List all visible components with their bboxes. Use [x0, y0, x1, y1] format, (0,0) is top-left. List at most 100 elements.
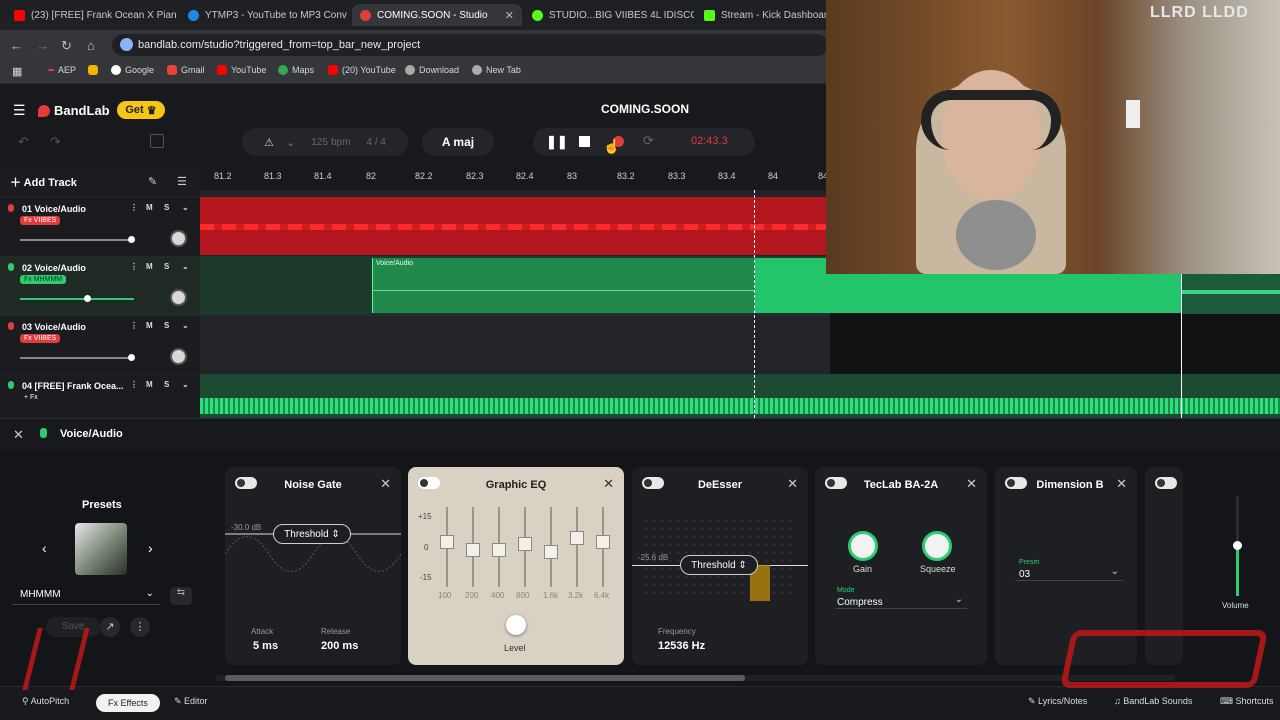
chevron-down-icon[interactable]: ⌄	[182, 321, 189, 330]
volume-slider[interactable]	[20, 236, 135, 243]
metronome-icon[interactable]: ⚠	[264, 136, 274, 149]
volume-handle[interactable]	[84, 295, 92, 302]
browser-tab-active[interactable]: COMING.SOON - Studio ✕	[352, 4, 522, 26]
preset-select[interactable]: MHMMM ⌄	[12, 585, 160, 605]
volume-slider[interactable]	[20, 354, 135, 361]
url-input[interactable]: bandlab.com/studio?triggered_from=top_ba…	[112, 34, 828, 56]
close-icon[interactable]: ✕	[380, 476, 391, 492]
key-button[interactable]: A maj	[422, 128, 494, 156]
level-knob[interactable]	[506, 615, 526, 635]
time-signature[interactable]: 4 / 4	[366, 137, 385, 148]
tempo-value[interactable]: 125	[311, 137, 328, 148]
more-icon[interactable]: ⋮	[130, 203, 138, 212]
track-row[interactable]: 04 [FREE] Frank Ocea... + Fx ⋮ M S ⌄	[0, 374, 200, 418]
more-icon[interactable]: ⋮	[130, 262, 138, 271]
pan-knob[interactable]	[170, 289, 187, 306]
master-volume-handle[interactable]	[1233, 541, 1242, 550]
track-row[interactable]: 03 Voice/Audio Fx VIIBES ⋮ M S ⌄	[0, 315, 200, 374]
track-name[interactable]: 03 Voice/Audio	[22, 322, 86, 332]
browser-tab[interactable]: STUDIO...BIG VIIBES 4L IDISCO ✕	[524, 4, 694, 26]
more-icon[interactable]: ⋮	[130, 617, 150, 637]
share-icon[interactable]: ↗	[100, 617, 120, 637]
audio-clip[interactable]	[200, 197, 830, 255]
bookmark[interactable]: Download	[405, 65, 459, 75]
eq-slider[interactable]	[466, 543, 480, 557]
close-icon[interactable]: ✕	[787, 476, 798, 492]
close-icon[interactable]: ✕	[1116, 476, 1127, 492]
gain-knob[interactable]	[848, 531, 878, 561]
undo-icon[interactable]: ↶	[18, 134, 29, 150]
threshold-control[interactable]: Threshold ⇕	[273, 524, 351, 544]
add-fx-button[interactable]: + Fx	[20, 393, 42, 402]
squeeze-knob[interactable]	[922, 531, 952, 561]
bookmark[interactable]: Gmail	[167, 65, 205, 75]
mixer-icon[interactable]	[150, 134, 164, 148]
horizontal-scrollbar[interactable]	[215, 675, 1175, 681]
chevron-down-icon[interactable]: ⌄	[182, 203, 189, 212]
solo-button[interactable]: S	[164, 203, 169, 212]
solo-button[interactable]: S	[164, 321, 169, 330]
lyrics-notes-button[interactable]: ✎ Lyrics/Notes	[1028, 696, 1087, 707]
bookmark[interactable]: (20) YouTube	[328, 65, 396, 75]
mode-select[interactable]: Mode Compress ⌄	[835, 587, 967, 609]
pencil-icon[interactable]: ✎	[148, 175, 157, 188]
chevron-down-icon[interactable]: ⌄	[182, 380, 189, 389]
forward-icon[interactable]: →	[36, 38, 49, 53]
mute-button[interactable]: M	[146, 203, 153, 212]
more-icon[interactable]: ⋮	[130, 321, 138, 330]
bookmark[interactable]: Google	[111, 65, 154, 75]
dimension-preset-select[interactable]: Preset 03 ⌄	[1015, 559, 1123, 581]
chevron-down-icon[interactable]: ⌄	[182, 262, 189, 271]
eq-slider[interactable]	[544, 545, 558, 559]
lane[interactable]	[1181, 274, 1280, 314]
shortcuts-button[interactable]: ⌨ Shortcuts	[1220, 696, 1274, 707]
solo-button[interactable]: S	[164, 262, 169, 271]
audio-clip[interactable]	[200, 374, 1280, 418]
close-icon[interactable]: ✕	[13, 427, 24, 443]
browser-tab[interactable]: YTMP3 - YouTube to MP3 Conv ✕	[180, 4, 350, 26]
more-icon[interactable]: ⋮	[130, 380, 138, 389]
eq-slider[interactable]	[570, 531, 584, 545]
timeline-ruler[interactable]: 81.2 81.3 81.4 82 82.2 82.3 82.4 83 83.2…	[200, 168, 830, 190]
bookmark[interactable]	[88, 65, 98, 75]
browser-tab[interactable]: Stream - Kick Dashboard	[696, 4, 826, 26]
stop-icon[interactable]	[579, 136, 590, 147]
close-icon[interactable]: ✕	[603, 476, 614, 492]
solo-button[interactable]: S	[164, 380, 169, 389]
chevron-right-icon[interactable]: ›	[148, 540, 153, 556]
attack-value[interactable]: 5 ms	[253, 640, 278, 652]
effect-toggle[interactable]	[1155, 477, 1177, 489]
lane[interactable]	[200, 315, 830, 373]
pan-knob[interactable]	[170, 230, 187, 247]
bookmark[interactable]: YouTube	[217, 65, 266, 75]
volume-handle[interactable]	[127, 354, 135, 361]
threshold-control[interactable]: Threshold ⇕	[680, 555, 758, 575]
menu-icon[interactable]: ☰	[13, 102, 26, 119]
track-name[interactable]: 01 Voice/Audio	[22, 204, 86, 214]
mute-button[interactable]: M	[146, 321, 153, 330]
volume-slider[interactable]	[20, 295, 134, 302]
frequency-value[interactable]: 12536 Hz	[658, 640, 705, 652]
track-name[interactable]: 04 [FREE] Frank Ocea...	[22, 381, 124, 391]
close-icon[interactable]: ✕	[505, 9, 514, 22]
track-fx-badge[interactable]: Fx VIIBES	[20, 334, 61, 343]
project-title[interactable]: COMING.SOON	[560, 102, 730, 116]
pan-knob[interactable]	[170, 348, 187, 365]
chevron-down-icon[interactable]: ⌄	[286, 136, 295, 149]
editor-tab[interactable]: ✎ Editor	[174, 696, 208, 707]
preset-compare-icon[interactable]: ⇆	[170, 587, 192, 605]
close-icon[interactable]: ✕	[966, 476, 977, 492]
track-row[interactable]: 02 Voice/Audio Fx MHMMM ⋮ M S ⌄	[0, 256, 200, 315]
mute-button[interactable]: M	[146, 262, 153, 271]
bandlab-sounds-button[interactable]: ♫ BandLab Sounds	[1114, 696, 1192, 706]
scrollbar-thumb[interactable]	[225, 675, 745, 681]
track-row[interactable]: 01 Voice/Audio Fx VIIBES ⋮ M S ⌄	[0, 197, 200, 256]
reload-icon[interactable]: ↻	[61, 38, 72, 54]
volume-handle[interactable]	[127, 236, 135, 243]
eq-slider[interactable]	[492, 543, 506, 557]
bandlab-logo[interactable]: BandLab	[38, 103, 110, 118]
track-name[interactable]: 02 Voice/Audio	[22, 263, 86, 273]
track-fx-badge[interactable]: Fx VIIBES	[20, 216, 61, 225]
pause-icon[interactable]: ❚❚	[546, 134, 568, 150]
chevron-left-icon[interactable]: ‹	[42, 540, 47, 556]
